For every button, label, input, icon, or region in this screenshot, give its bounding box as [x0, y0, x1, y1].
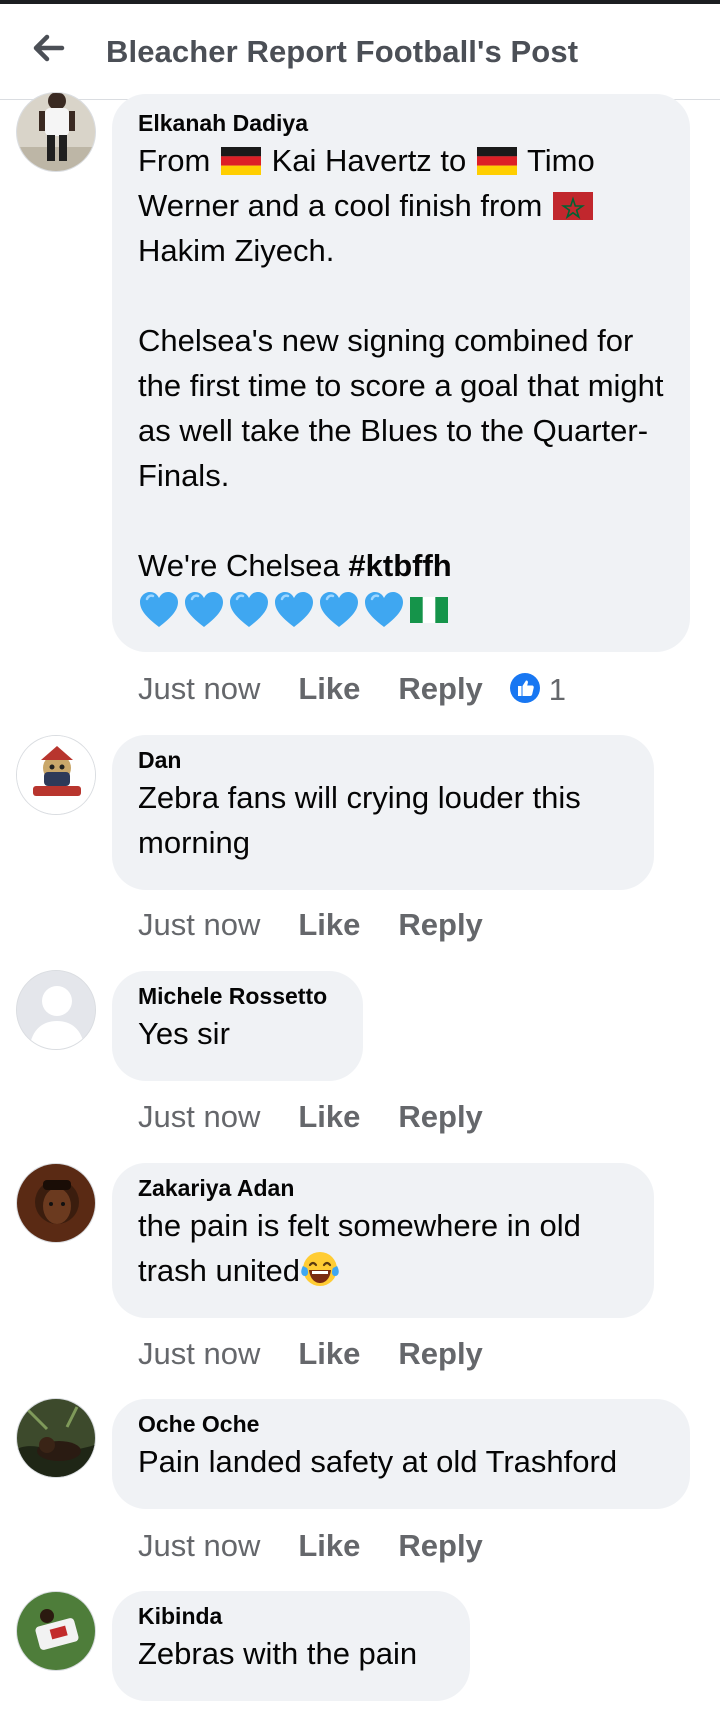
like-button[interactable]: Like: [298, 669, 360, 709]
comment-bubble: Michele Rossetto Yes sir: [112, 971, 363, 1081]
morocco-flag-icon: [552, 192, 593, 220]
comment-text: the pain is felt somewhere in old trash …: [138, 1203, 628, 1293]
comment-text: From Kai Havertz to Timo Werner and a co…: [138, 138, 664, 588]
thumbs-up-icon: [509, 672, 540, 703]
germany-flag-icon: [476, 147, 517, 175]
comment-author[interactable]: Dan: [138, 747, 628, 773]
avatar-image: [17, 736, 95, 814]
comment-text: Yes sir: [138, 1016, 230, 1051]
avatar[interactable]: [16, 1398, 96, 1478]
comment-text-segment: the pain is felt somewhere in old trash …: [138, 1208, 590, 1288]
avatar-image: [17, 1399, 95, 1477]
comment-timestamp[interactable]: Just now: [138, 669, 260, 709]
blue-heart-icon: [365, 592, 403, 627]
app-header: Bleacher Report Football's Post: [0, 4, 720, 100]
reply-button[interactable]: Reply: [398, 1526, 482, 1566]
emoji-row: [138, 590, 664, 634]
blue-heart-icon: [275, 592, 313, 627]
avatar[interactable]: [16, 1591, 96, 1671]
avatar[interactable]: [16, 92, 96, 172]
germany-flag-icon: [220, 147, 261, 175]
default-avatar-icon: [17, 971, 95, 1049]
avatar-image: [17, 1592, 95, 1670]
blue-heart-icon: [230, 592, 268, 627]
comment-actions: Just now Like Reply: [138, 903, 483, 943]
comment-timestamp[interactable]: Just now: [138, 1334, 260, 1374]
comment-actions: Just now Like Reply: [138, 1332, 483, 1372]
blue-heart-icon: [140, 592, 178, 627]
comment-bubble: Kibinda Zebras with the pain: [112, 1591, 470, 1701]
reply-button[interactable]: Reply: [398, 905, 482, 945]
comment-text-segment: From: [138, 143, 211, 178]
comment-author[interactable]: Elkanah Dadiya: [138, 110, 664, 136]
reply-button[interactable]: Reply: [398, 669, 482, 709]
comment-bubble: Dan Zebra fans will crying louder this m…: [112, 735, 654, 890]
comment-timestamp[interactable]: Just now: [138, 1097, 260, 1137]
like-button[interactable]: Like: [298, 1526, 360, 1566]
comment-text-segment: We're Chelsea: [138, 548, 349, 583]
tears-of-joy-icon: [301, 1252, 339, 1286]
comment-bubble: Oche Oche Pain landed safety at old Tras…: [112, 1399, 690, 1509]
avatar[interactable]: [16, 1163, 96, 1243]
comment-bubble: Zakariya Adan the pain is felt somewhere…: [112, 1163, 654, 1318]
comment-author[interactable]: Zakariya Adan: [138, 1175, 628, 1201]
comment-actions: Just now Like Reply: [138, 1524, 483, 1564]
avatar[interactable]: [16, 735, 96, 815]
comment-paragraph: Chelsea's new signing combined for the f…: [138, 323, 673, 493]
comment-actions: Just now Like Reply 1: [138, 667, 566, 707]
blue-heart-icon: [185, 592, 223, 627]
comment-text-segment: Kai Havertz to: [271, 143, 467, 178]
comment-text: Zebra fans will crying louder this morni…: [138, 780, 590, 860]
comment-author[interactable]: Michele Rossetto: [138, 983, 337, 1009]
blue-heart-icon: [320, 592, 358, 627]
page-title: Bleacher Report Football's Post: [106, 34, 579, 69]
reply-button[interactable]: Reply: [398, 1334, 482, 1374]
comment-bubble: Elkanah Dadiya From Kai Havertz to Timo …: [112, 94, 690, 652]
comment-author[interactable]: Kibinda: [138, 1603, 444, 1629]
like-button[interactable]: Like: [298, 1334, 360, 1374]
like-button[interactable]: Like: [298, 1097, 360, 1137]
hashtag-link[interactable]: #ktbffh: [348, 548, 451, 583]
back-arrow-icon[interactable]: [28, 28, 68, 68]
comment-author[interactable]: Oche Oche: [138, 1411, 664, 1437]
avatar[interactable]: [16, 970, 96, 1050]
comment-timestamp[interactable]: Just now: [138, 1526, 260, 1566]
comment-text: Pain landed safety at old Trashford: [138, 1444, 618, 1479]
comment-text-segment: Hakim Ziyech.: [138, 233, 335, 268]
comment-actions: Just now Like Reply: [138, 1095, 483, 1135]
reaction-count: 1: [548, 671, 567, 707]
like-button[interactable]: Like: [298, 905, 360, 945]
reaction-summary[interactable]: 1: [509, 668, 566, 710]
nigeria-flag-icon: [410, 597, 448, 623]
reply-button[interactable]: Reply: [398, 1097, 482, 1137]
comment-timestamp[interactable]: Just now: [138, 905, 260, 945]
comment-text: Zebras with the pain: [138, 1636, 418, 1671]
avatar-image: [17, 93, 95, 171]
avatar-image: [17, 1164, 95, 1242]
